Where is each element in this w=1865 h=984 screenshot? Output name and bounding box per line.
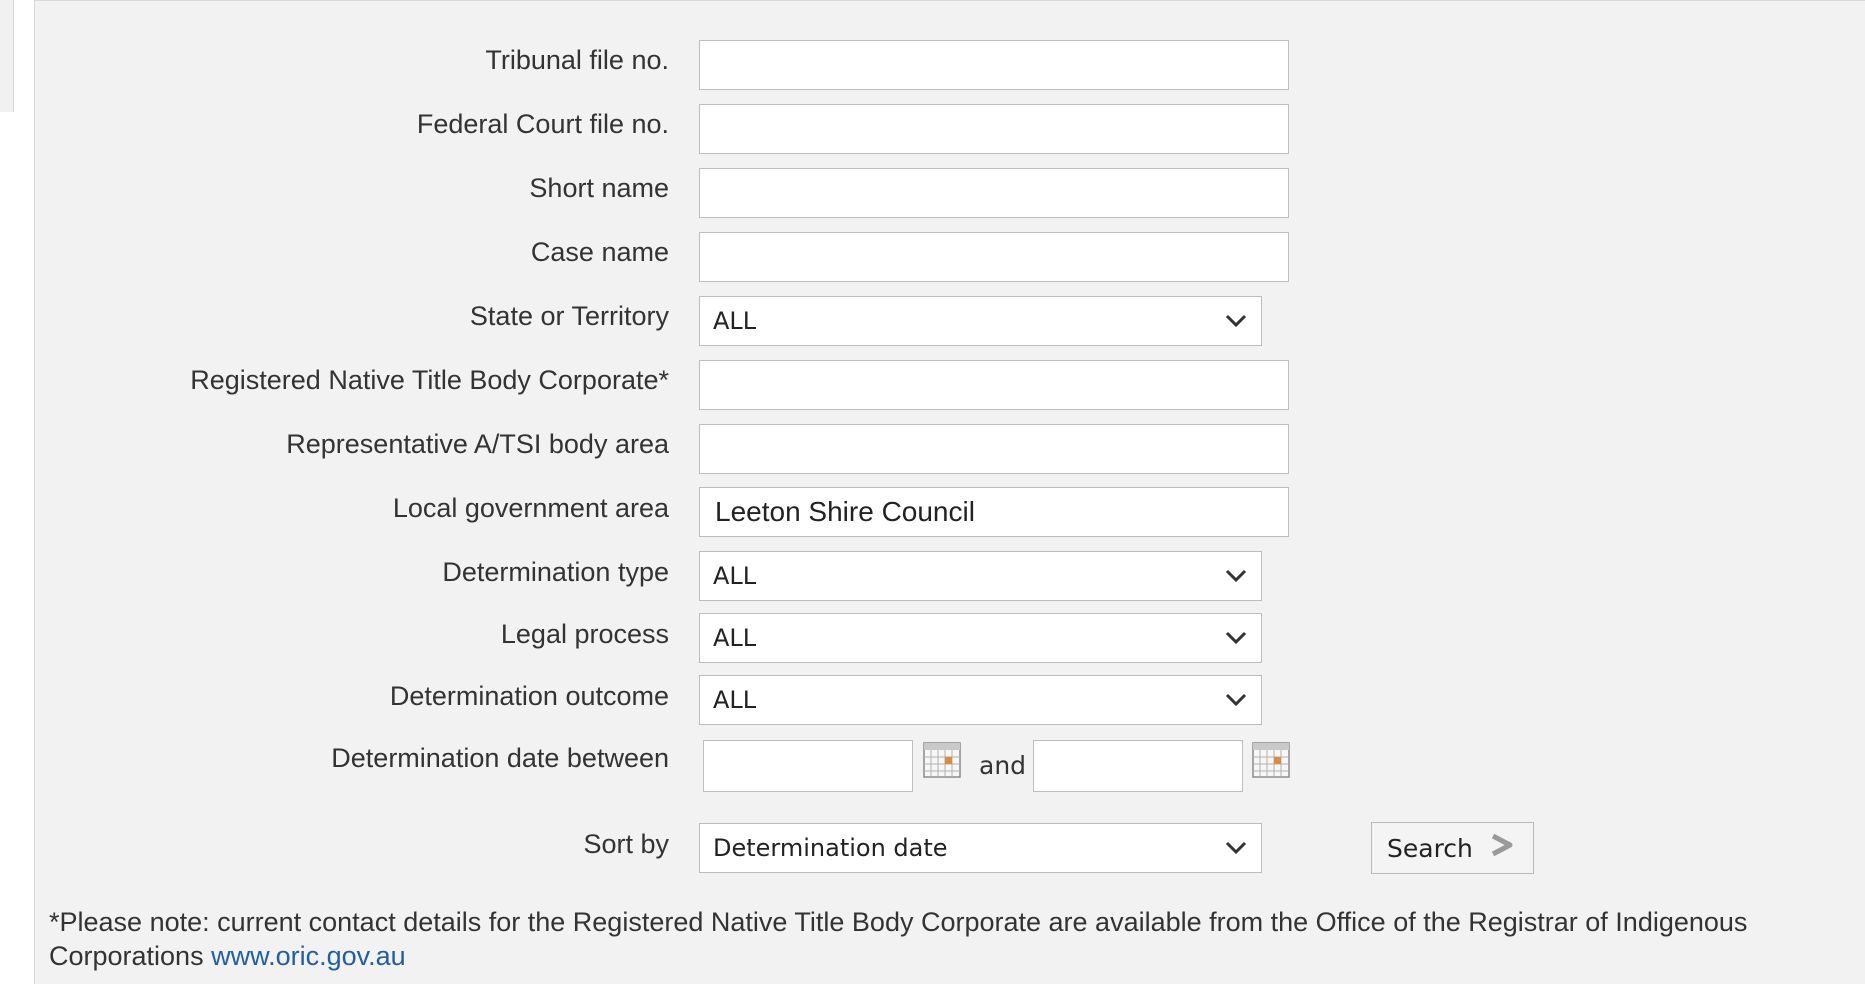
determination-type-label: Determination type: [442, 557, 669, 587]
state-territory-select[interactable]: ALL: [699, 296, 1262, 346]
chevron-down-icon: [1225, 824, 1247, 855]
chevron-right-icon: [1489, 833, 1515, 863]
local-government-label: Local government area: [392, 493, 669, 523]
state-territory-label: State or Territory: [469, 301, 669, 331]
legal-process-select[interactable]: ALL: [699, 613, 1262, 663]
determination-outcome-label: Determination outcome: [389, 681, 669, 711]
legal-process-label: Legal process: [500, 619, 669, 649]
determination-type-value: ALL: [713, 562, 757, 590]
federal-court-file-input[interactable]: [699, 104, 1289, 154]
date-to-input[interactable]: [1033, 740, 1243, 792]
legal-process-value: ALL: [713, 624, 757, 652]
determination-outcome-value: ALL: [713, 686, 757, 714]
sort-by-value: Determination date: [713, 834, 948, 862]
sort-by-select[interactable]: Determination date: [699, 823, 1262, 873]
calendar-icon[interactable]: [1252, 742, 1290, 778]
side-tab: [0, 0, 14, 112]
short-name-label: Short name: [529, 173, 669, 203]
local-government-input[interactable]: [699, 487, 1289, 537]
determination-date-label: Determination date between: [331, 743, 669, 773]
state-territory-value: ALL: [713, 307, 757, 335]
rntbc-input[interactable]: [699, 360, 1289, 410]
chevron-down-icon: [1225, 676, 1247, 707]
rntbc-label: Registered Native Title Body Corporate*: [190, 365, 669, 395]
chevron-down-icon: [1225, 614, 1247, 645]
case-name-label: Case name: [530, 237, 669, 267]
registrar-note: *Please note: current contact details fo…: [49, 905, 1829, 973]
tribunal-file-input[interactable]: [699, 40, 1289, 90]
representative-body-label: Representative A/TSI body area: [286, 429, 669, 459]
tribunal-file-label: Tribunal file no.: [485, 45, 669, 75]
chevron-down-icon: [1225, 552, 1247, 583]
search-button-label: Search: [1387, 833, 1473, 863]
determination-outcome-select[interactable]: ALL: [699, 675, 1262, 725]
case-name-input[interactable]: [699, 232, 1289, 282]
oric-link[interactable]: www.oric.gov.au: [211, 941, 406, 971]
short-name-input[interactable]: [699, 168, 1289, 218]
chevron-down-icon: [1225, 297, 1247, 328]
search-button[interactable]: Search: [1371, 822, 1534, 874]
date-from-input[interactable]: [703, 740, 913, 792]
calendar-icon[interactable]: [923, 742, 961, 778]
date-range-connector: and: [979, 751, 1027, 780]
determination-type-select[interactable]: ALL: [699, 551, 1262, 601]
federal-court-file-label: Federal Court file no.: [416, 109, 669, 139]
representative-body-input[interactable]: [699, 424, 1289, 474]
sort-by-label: Sort by: [583, 829, 669, 859]
